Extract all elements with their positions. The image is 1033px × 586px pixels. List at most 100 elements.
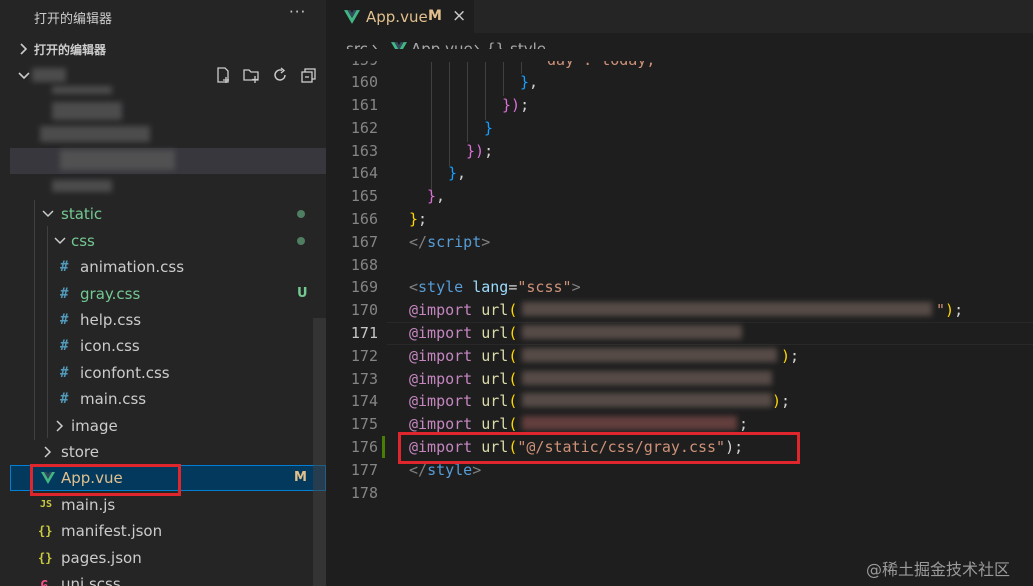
code-token: url	[481, 301, 509, 319]
tree-file-manifest-json[interactable]: {} manifest.json	[0, 518, 326, 544]
code-token: (	[508, 415, 518, 433]
tree-file-pages-json[interactable]: {} pages.json	[0, 545, 326, 571]
tab-app-vue[interactable]: App.vue M ×	[326, 0, 474, 33]
code-token: url	[481, 324, 509, 342]
tree-item-label: main.css	[80, 390, 147, 408]
code-token: ,	[436, 187, 446, 205]
code-token: style	[418, 278, 464, 296]
code-token: }	[427, 187, 437, 205]
tree-item-label: uni.scss	[61, 575, 121, 586]
editor-tab-bar: App.vue M ×	[326, 0, 1033, 33]
close-icon[interactable]: ×	[452, 6, 466, 26]
code-token: script	[427, 233, 482, 251]
tree-file-uni-scss[interactable]: ɕ uni.scss	[0, 571, 326, 586]
explorer-header: 打开的编辑器 ···	[0, 0, 326, 33]
code-token: ;	[484, 142, 494, 160]
code-line: 178	[326, 482, 1033, 505]
sidebar-scrollbar[interactable]	[313, 318, 326, 586]
code-token: <	[409, 278, 419, 296]
explorer-title: 打开的编辑器	[34, 12, 113, 27]
tree-folder-image[interactable]: image	[0, 413, 326, 439]
line-number: 171	[350, 324, 378, 342]
redacted-import-path	[522, 302, 932, 316]
new-folder-icon[interactable]	[242, 66, 260, 84]
line-number: 169	[350, 278, 378, 296]
css-file-icon: #	[60, 365, 69, 381]
tree-item-label: image	[71, 417, 118, 435]
collapse-all-icon[interactable]	[300, 66, 318, 84]
code-token: }	[409, 210, 419, 228]
open-editors-section[interactable]: 打开的编辑器	[0, 37, 326, 61]
line-number: 176	[350, 438, 378, 456]
tree-folder-store[interactable]: store	[0, 439, 326, 465]
code-token: })	[502, 96, 521, 114]
tree-item-label: animation.css	[80, 258, 185, 276]
tree-folder-css[interactable]: css	[0, 228, 326, 254]
new-file-icon[interactable]	[214, 66, 232, 84]
redacted-project-name	[32, 68, 66, 82]
code-line: 162 }	[326, 117, 1033, 140]
code-line: 165 },	[326, 185, 1033, 208]
code-token: (	[508, 370, 518, 388]
tree-item-label: help.css	[80, 311, 142, 329]
line-number: 173	[350, 370, 378, 388]
code-line: 166 };	[326, 208, 1033, 231]
code-token: >	[571, 278, 581, 296]
tree-item-label: main.js	[61, 496, 116, 514]
line-number: 172	[350, 347, 378, 365]
code-token: </	[409, 233, 428, 251]
chevron-right-icon	[44, 446, 52, 458]
scroll-clip	[326, 49, 1033, 61]
code-token: }	[520, 73, 530, 91]
code-token: ;	[781, 392, 791, 410]
js-file-icon: JS	[40, 499, 53, 510]
code-line: 160 },	[326, 71, 1033, 94]
line-number: 164	[350, 164, 378, 182]
code-token: ;	[739, 415, 749, 433]
code-token: @import	[409, 324, 473, 342]
redacted-tree-item	[60, 150, 175, 170]
code-token: url	[481, 392, 509, 410]
code-token: ,	[457, 164, 467, 182]
refresh-icon[interactable]	[271, 66, 289, 84]
code-token: }	[484, 119, 494, 137]
git-untracked-badge: U	[297, 286, 308, 301]
tree-file-icon-css[interactable]: # icon.css	[0, 333, 326, 359]
open-editors-label: 打开的编辑器	[34, 43, 107, 57]
line-number: 163	[350, 142, 378, 160]
code-token: @import	[409, 370, 473, 388]
line-number: 170	[350, 301, 378, 319]
tree-item-label: static	[61, 205, 103, 223]
css-file-icon: #	[60, 312, 69, 328]
code-token: (	[508, 347, 518, 365]
code-token: })	[466, 142, 485, 160]
redacted-import-path	[522, 416, 737, 430]
code-line: 169 <style lang="scss">	[326, 276, 1033, 299]
tree-file-main-css[interactable]: # main.css	[0, 386, 326, 412]
highlight-box-app-vue	[30, 464, 181, 496]
tree-file-help-css[interactable]: # help.css	[0, 307, 326, 333]
redacted-import-path	[522, 348, 777, 362]
code-line: 161 });	[326, 94, 1033, 117]
code-line: 163 });	[326, 140, 1033, 163]
code-token: url	[481, 347, 509, 365]
code-token: url	[481, 370, 509, 388]
chevron-right-icon	[20, 43, 28, 55]
tree-file-gray-css[interactable]: # gray.css U	[0, 281, 326, 307]
json-file-icon: {}	[38, 524, 53, 538]
more-actions-icon[interactable]: ···	[289, 3, 306, 21]
code-token: ;	[418, 210, 428, 228]
code-token: >	[481, 233, 491, 251]
css-file-icon: #	[60, 391, 69, 407]
tree-item-label: gray.css	[80, 285, 141, 303]
tree-file-animation-css[interactable]: # animation.css	[0, 254, 326, 280]
redacted-tree-item	[52, 180, 112, 192]
code-line: 164 },	[326, 162, 1033, 185]
line-number: 168	[350, 256, 378, 274]
tree-file-iconfont-css[interactable]: # iconfont.css	[0, 360, 326, 386]
watermark: @稀土掘金技术社区	[866, 560, 1011, 579]
tree-folder-static[interactable]: static	[0, 201, 326, 227]
code-token: lang	[472, 278, 509, 296]
json-file-icon: {}	[38, 551, 53, 565]
code-token: }	[448, 164, 458, 182]
